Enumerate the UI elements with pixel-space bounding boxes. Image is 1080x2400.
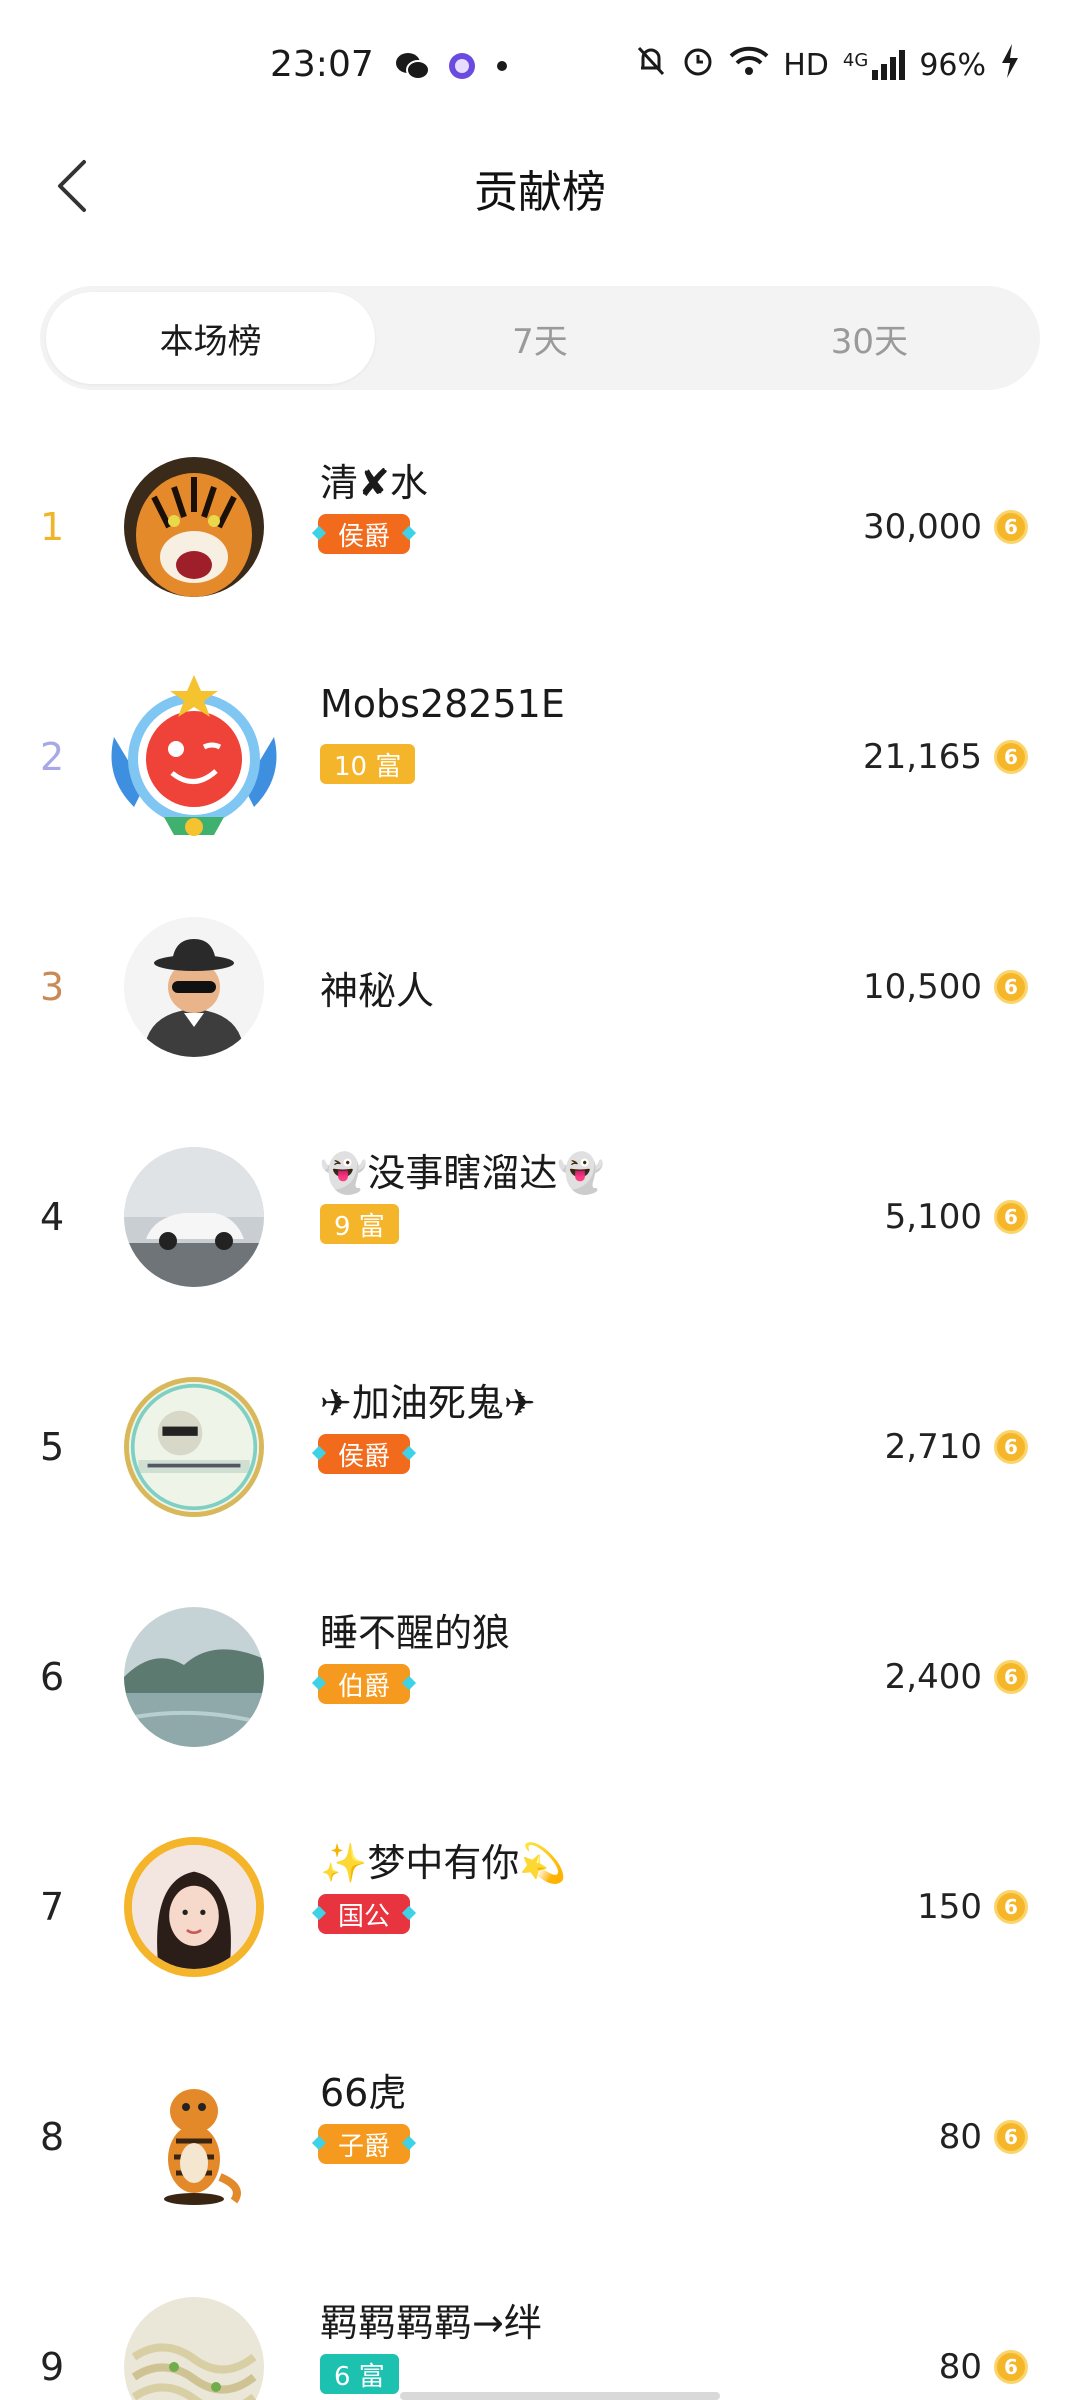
rank-title-badge: 子爵 <box>318 2124 411 2164</box>
score-value: 80 <box>938 2347 982 2387</box>
coin-icon: 6 <box>994 510 1028 544</box>
wealth-level-badge: 10 富 <box>320 744 416 784</box>
rank-title-badge: 伯爵 <box>318 1664 411 1704</box>
coin-icon: 6 <box>994 740 1028 774</box>
rank-title-badge: 侯爵 <box>318 514 411 554</box>
more-notifications-dot <box>494 48 510 84</box>
user-name: 👻没事瞎溜达👻 <box>320 1151 605 1195</box>
score-value: 80 <box>938 2117 982 2157</box>
mute-bell-icon <box>635 44 667 86</box>
list-item[interactable]: 7 ✨梦中有你💫 国公 150 6 <box>0 1792 1080 2022</box>
tab-this-session[interactable]: 本场榜 <box>46 292 376 384</box>
coin-icon: 6 <box>994 2120 1028 2154</box>
coin-icon: 6 <box>994 1200 1028 1234</box>
coin-icon: 6 <box>994 1430 1028 1464</box>
coin-icon: 6 <box>994 1660 1028 1694</box>
score-value: 21,165 <box>863 737 982 777</box>
rank-number: 9 <box>40 2345 65 2389</box>
list-item[interactable]: 8 66虎 子爵 80 6 <box>0 2022 1080 2252</box>
avatar[interactable] <box>124 1837 264 1977</box>
score: 2,710 6 <box>885 1332 1028 1562</box>
rank-number: 1 <box>40 505 65 549</box>
user-name: ✈加油死鬼✈ <box>320 1381 536 1425</box>
battery-label: 96% <box>919 47 986 83</box>
score: 2,400 6 <box>885 1562 1028 1792</box>
rank-number: 2 <box>40 735 65 779</box>
rank-number: 4 <box>40 1195 65 1239</box>
wealth-level-badge: 9 富 <box>320 1204 399 1244</box>
ranking-tabs: 本场榜 7天 30天 <box>40 286 1040 390</box>
rank-number: 5 <box>40 1425 65 1469</box>
rank-number: 8 <box>40 2115 65 2159</box>
avatar[interactable] <box>124 2297 264 2400</box>
tab-7-days[interactable]: 7天 <box>375 292 704 384</box>
score-value: 5,100 <box>884 1197 982 1237</box>
status-bar: 23:07 HD 4G 96% <box>0 0 1080 136</box>
avatar[interactable] <box>124 1607 264 1747</box>
list-item[interactable]: 9 羁羁羁羁→绊 6 富 80 6 <box>0 2252 1080 2400</box>
list-item[interactable]: 3 神秘人 10,500 6 <box>0 872 1080 1102</box>
wifi-icon <box>729 45 769 85</box>
avatar[interactable] <box>124 917 264 1057</box>
tab-30-days[interactable]: 30天 <box>705 292 1034 384</box>
score: 30,000 6 <box>863 412 1028 642</box>
list-item[interactable]: 6 睡不醒的狼 伯爵 2,400 6 <box>0 1562 1080 1792</box>
avatar[interactable] <box>104 667 284 847</box>
user-name: 66虎 <box>320 2071 407 2115</box>
wechat-icon <box>392 48 432 84</box>
status-time: 23:07 <box>270 44 374 85</box>
rank-title-badge: 国公 <box>318 1894 411 1934</box>
score: 21,165 6 <box>863 642 1028 872</box>
status-right: HD 4G 96% <box>635 44 1020 86</box>
user-name: 清✘水 <box>320 461 428 505</box>
scroll-indicator <box>400 2392 720 2400</box>
score: 5,100 6 <box>885 1102 1028 1332</box>
page-title: 贡献榜 <box>474 167 606 218</box>
avatar[interactable] <box>124 1147 264 1287</box>
coin-icon: 6 <box>994 970 1028 1004</box>
rank-number: 7 <box>40 1885 65 1929</box>
list-item[interactable]: 2 Mobs28251E 10 富 21,165 6 <box>0 642 1080 872</box>
rank-number: 3 <box>40 965 65 1009</box>
rank-number: 6 <box>40 1655 65 1699</box>
user-name: Mobs28251E <box>320 682 565 726</box>
user-name: 睡不醒的狼 <box>320 1611 511 1655</box>
list-item[interactable]: 4 👻没事瞎溜达👻 9 富 5,100 6 <box>0 1102 1080 1332</box>
avatar[interactable] <box>124 457 264 597</box>
score: 80 6 <box>939 2022 1028 2252</box>
charging-icon <box>1000 44 1020 86</box>
user-name: 神秘人 <box>320 969 435 1013</box>
contribution-list: 1 清✘水 侯爵 30,000 6 2 Mobs28251E 10 富 21,1… <box>0 412 1080 2400</box>
coin-icon: 6 <box>994 2350 1028 2384</box>
score-value: 30,000 <box>863 507 982 547</box>
hd-label: HD <box>783 47 829 83</box>
avatar[interactable] <box>124 2067 264 2207</box>
score-value: 2,710 <box>884 1427 982 1467</box>
app-notification-icon <box>444 48 480 84</box>
alarm-icon <box>681 44 715 86</box>
score: 80 6 <box>939 2252 1028 2400</box>
coin-icon: 6 <box>994 1890 1028 1924</box>
list-item[interactable]: 5 ✈加油死鬼✈ 侯爵 2,710 6 <box>0 1332 1080 1562</box>
score: 10,500 6 <box>863 872 1028 1102</box>
score-value: 2,400 <box>884 1657 982 1697</box>
user-name: 羁羁羁羁→绊 <box>320 2301 542 2345</box>
network-label: 4G <box>842 50 869 71</box>
score-value: 150 <box>917 1887 982 1927</box>
header: 贡献榜 <box>0 136 1080 236</box>
score: 150 6 <box>917 1792 1028 2022</box>
signal-icon: 4G <box>842 50 906 80</box>
user-name: ✨梦中有你💫 <box>320 1841 567 1885</box>
avatar[interactable] <box>124 1377 264 1517</box>
score-value: 10,500 <box>863 967 982 1007</box>
rank-title-badge: 侯爵 <box>318 1434 411 1474</box>
wealth-level-badge: 6 富 <box>320 2354 399 2394</box>
list-item[interactable]: 1 清✘水 侯爵 30,000 6 <box>0 412 1080 642</box>
